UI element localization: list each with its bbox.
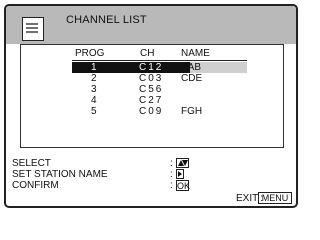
channel-table: PROG CH NAME 1 C12 AAB 2 C03 CDE 3 C56 4… [20, 44, 284, 148]
column-header-ch: CH [140, 48, 155, 59]
table-row-name[interactable]: AAB [181, 62, 201, 73]
table-row-ch[interactable]: C09 [139, 106, 163, 117]
header-bar: CHANNEL LIST [6, 6, 296, 44]
right-arrow-icon [176, 169, 184, 179]
table-row-prog[interactable]: 1 [91, 62, 97, 73]
confirm-colon: : [170, 180, 173, 191]
column-header-prog: PROG [75, 48, 105, 59]
table-row-ch[interactable]: C12 [139, 62, 163, 73]
table-row-ch[interactable]: C03 [139, 73, 163, 84]
ok-key: OK [176, 180, 191, 191]
select-label: SELECT [12, 158, 51, 169]
table-row-ch[interactable]: C27 [139, 95, 163, 106]
table-row-prog[interactable]: 5 [91, 106, 97, 117]
table-row-prog[interactable]: 3 [91, 84, 97, 95]
channel-list-icon [22, 17, 44, 41]
up-down-arrows-icon [176, 158, 189, 168]
table-row-ch[interactable]: C56 [139, 84, 163, 95]
menu-button[interactable]: MENU [258, 192, 292, 204]
table-row-prog[interactable]: 2 [91, 73, 97, 84]
select-colon: : [170, 158, 173, 169]
column-header-name: NAME [181, 48, 210, 59]
table-row-name[interactable]: FGH [181, 106, 202, 117]
confirm-label: CONFIRM [12, 180, 59, 191]
table-row-name[interactable]: CDE [181, 73, 202, 84]
set-station-colon: : [170, 169, 173, 180]
table-row-prog[interactable]: 4 [91, 95, 97, 106]
set-station-name-label: SET STATION NAME [12, 169, 108, 180]
header-divider [72, 60, 247, 61]
page-title: CHANNEL LIST [66, 14, 147, 26]
